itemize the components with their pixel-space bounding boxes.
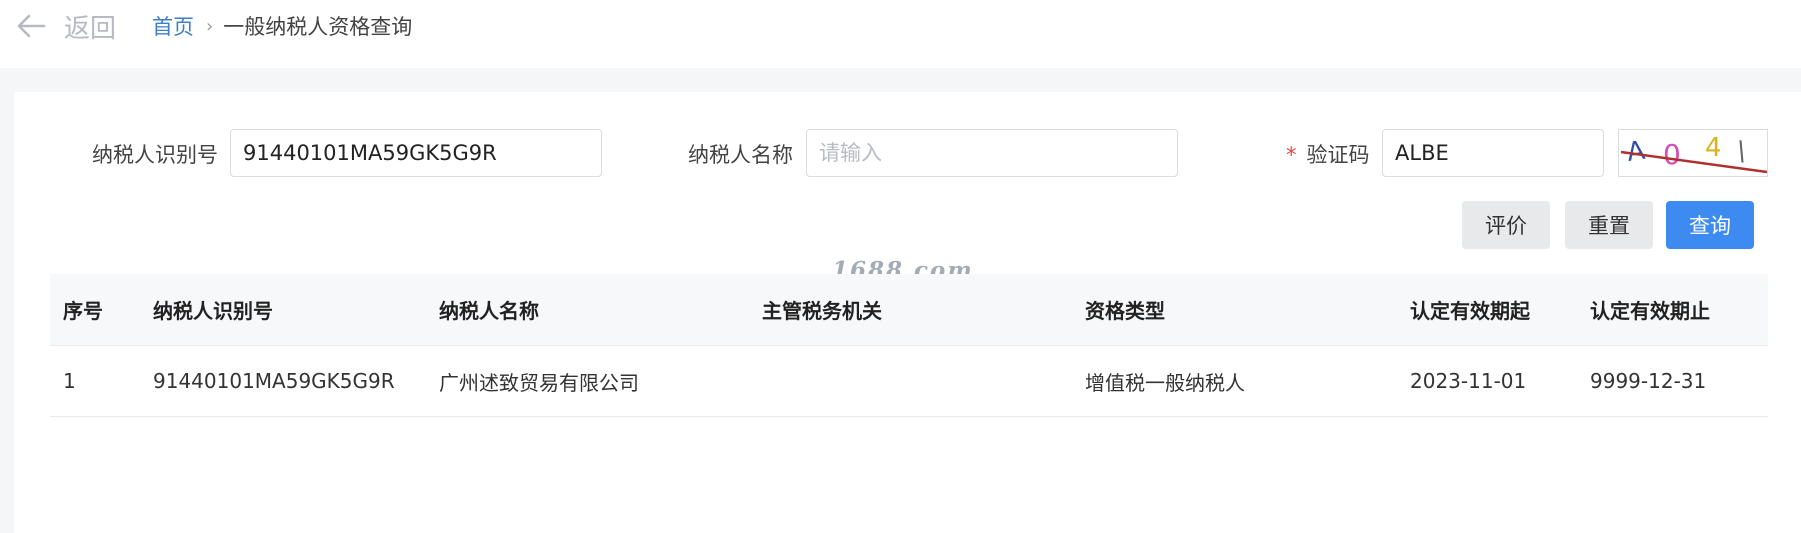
table-header: 序号 纳税人识别号 纳税人名称 主管税务机关 资格类型 认定有效期起 认定有效期… — [50, 274, 1768, 346]
col-header: 主管税务机关 — [762, 299, 882, 323]
taxpayer-name-label: 纳税人名称 — [688, 143, 793, 167]
breadcrumb-current: 一般纳税人资格查询 — [223, 15, 413, 39]
col-header: 序号 — [63, 299, 103, 323]
evaluate-button[interactable]: 评价 — [1462, 201, 1550, 249]
captcha-char-4: \ — [1734, 136, 1749, 167]
results-table: 序号 纳税人识别号 纳税人名称 主管税务机关 资格类型 认定有效期起 认定有效期… — [50, 274, 1768, 417]
top-bar: 返回 首页 › 一般纳税人资格查询 — [0, 0, 1801, 68]
captcha-input[interactable] — [1382, 129, 1604, 177]
col-header: 认定有效期止 — [1590, 299, 1710, 323]
captcha-char-2: 0 — [1663, 138, 1681, 171]
breadcrumb: 首页 › 一般纳税人资格查询 — [152, 10, 412, 42]
col-header: 认定有效期起 — [1410, 299, 1530, 323]
captcha-label-group: * 验证码 — [1286, 139, 1370, 169]
col-header: 纳税人识别号 — [153, 299, 273, 323]
table-cell: 2023-11-01 — [1410, 369, 1527, 393]
table-cell: 广州述致贸易有限公司 — [439, 370, 639, 395]
table-cell: 91440101MA59GK5G9R — [153, 369, 395, 393]
reset-button[interactable]: 重置 — [1565, 201, 1653, 249]
taxpayer-id-label: 纳税人识别号 — [92, 143, 218, 167]
breadcrumb-separator: › — [206, 15, 214, 37]
back-button[interactable]: 返回 — [16, 8, 116, 44]
taxpayer-name-input[interactable] — [806, 129, 1178, 177]
captcha-graphic: A 0 4 \ — [1620, 133, 1768, 174]
table-cell: 9999-12-31 — [1590, 369, 1707, 393]
col-header: 资格类型 — [1085, 299, 1165, 323]
captcha-image[interactable]: A 0 4 \ — [1618, 129, 1768, 177]
table-row: 1 91440101MA59GK5G9R 广州述致贸易有限公司 增值税一般纳税人… — [50, 346, 1768, 417]
query-panel: 纳税人识别号 纳税人名称 *验证码 A 0 4 \ 评价 重置 查询 1688.… — [14, 92, 1801, 533]
arrow-left-icon — [17, 14, 46, 38]
taxpayer-id-input[interactable] — [230, 129, 602, 177]
breadcrumb-home-link[interactable]: 首页 — [152, 11, 194, 41]
captcha-char-3: 4 — [1705, 133, 1722, 163]
captcha-label: 验证码 — [1306, 143, 1370, 167]
table-cell: 1 — [63, 369, 76, 393]
col-header: 纳税人名称 — [439, 299, 539, 323]
query-button[interactable]: 查询 — [1666, 201, 1754, 249]
table-cell: 增值税一般纳税人 — [1085, 370, 1245, 395]
required-mark: * — [1286, 143, 1297, 167]
back-label: 返回 — [64, 13, 117, 44]
